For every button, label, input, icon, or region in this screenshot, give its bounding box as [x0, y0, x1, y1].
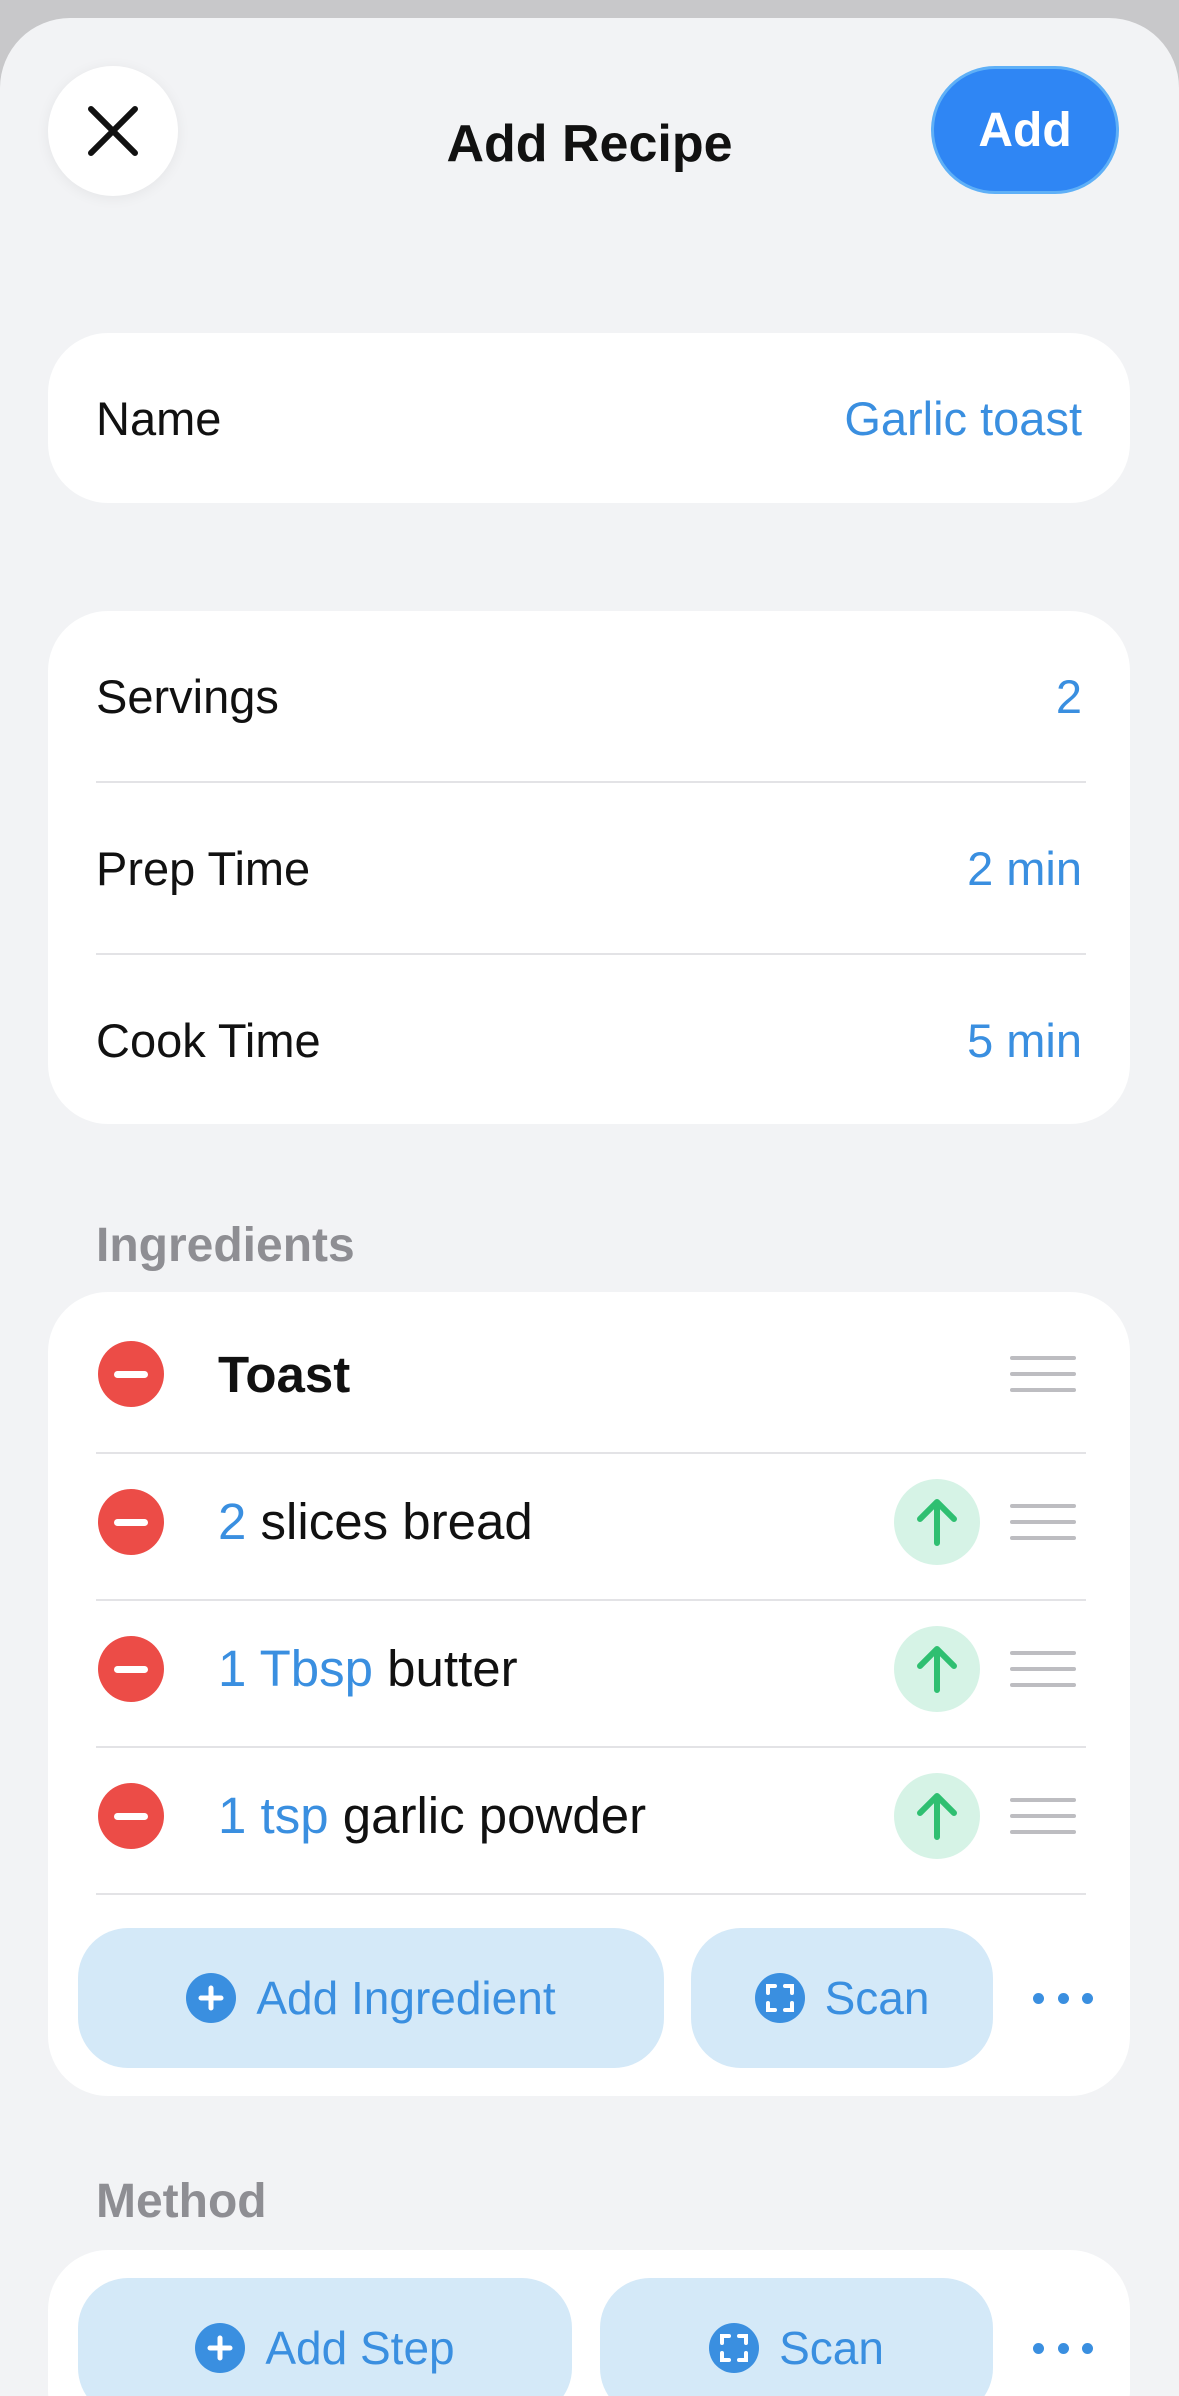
more-options-icon[interactable]: [1033, 2338, 1093, 2358]
arrow-up-icon: [917, 1646, 957, 1693]
ingredient-group-title[interactable]: Toast: [218, 1345, 350, 1404]
delete-ingredient-button[interactable]: [98, 1489, 164, 1555]
divider: [96, 1599, 1086, 1601]
drag-handle-icon[interactable]: [1010, 1798, 1076, 1834]
plus-circle-icon: [186, 1973, 237, 2023]
delete-group-button[interactable]: [98, 1341, 164, 1407]
ingredient-quantity: 1 Tbsp: [218, 1640, 373, 1697]
plus-circle-icon: [195, 2323, 246, 2373]
ingredient-quantity: 1 tsp: [218, 1787, 329, 1844]
divider: [96, 1746, 1086, 1748]
more-options-icon[interactable]: [1033, 1988, 1093, 2008]
move-up-button[interactable]: [894, 1773, 980, 1859]
delete-ingredient-button[interactable]: [98, 1783, 164, 1849]
name-row[interactable]: Name Garlic toast: [96, 333, 1082, 503]
cook-time-row[interactable]: Cook Time 5 min: [96, 955, 1082, 1125]
add-recipe-sheet: Add Recipe Add Name Garlic toast Serving…: [0, 18, 1179, 2396]
name-field[interactable]: Garlic toast: [844, 391, 1082, 446]
ingredient-row[interactable]: 1 Tbsp butter: [218, 1639, 518, 1698]
divider: [96, 1452, 1086, 1454]
arrow-up-icon: [917, 1793, 957, 1840]
ingredients-card: Toast 2 slices bread 1 Tbsp butter 1 tsp…: [48, 1292, 1130, 2096]
details-card: Servings 2 Prep Time 2 min Cook Time 5 m…: [48, 611, 1130, 1124]
scan-ingredients-button[interactable]: Scan: [691, 1928, 993, 2068]
prep-time-label: Prep Time: [96, 841, 311, 895]
divider: [96, 1893, 1086, 1895]
ingredient-quantity: 2: [218, 1493, 247, 1550]
servings-value[interactable]: 2: [1056, 669, 1082, 724]
minus-icon: [114, 1518, 148, 1526]
drag-handle-icon[interactable]: [1010, 1356, 1076, 1392]
scan-icon: [754, 1973, 805, 2023]
servings-row[interactable]: Servings 2: [96, 611, 1082, 781]
prep-time-value[interactable]: 2 min: [967, 841, 1082, 896]
ingredient-name: butter: [387, 1640, 518, 1697]
ingredient-row[interactable]: 1 tsp garlic powder: [218, 1786, 646, 1845]
ingredient-name: slices bread: [260, 1493, 533, 1550]
minus-icon: [114, 1370, 148, 1378]
name-label: Name: [96, 391, 222, 445]
name-card: Name Garlic toast: [48, 333, 1130, 503]
method-card: Add Step Scan: [48, 2250, 1130, 2396]
scan-label: Scan: [824, 1972, 930, 2024]
move-up-button[interactable]: [894, 1626, 980, 1712]
scan-label: Scan: [779, 2322, 884, 2374]
add-step-button[interactable]: Add Step: [78, 2278, 572, 2396]
add-ingredient-label: Add Ingredient: [256, 1972, 556, 2024]
servings-label: Servings: [96, 669, 279, 723]
drag-handle-icon[interactable]: [1010, 1651, 1076, 1687]
method-section-label: Method: [96, 2175, 267, 2228]
scan-icon: [709, 2323, 760, 2373]
ingredient-row[interactable]: 2 slices bread: [218, 1492, 533, 1551]
add-step-label: Add Step: [265, 2322, 455, 2374]
ingredient-name: garlic powder: [342, 1787, 647, 1844]
add-recipe-button[interactable]: Add: [931, 66, 1119, 194]
ingredients-section-label: Ingredients: [96, 1219, 355, 1272]
minus-icon: [114, 1665, 148, 1673]
add-ingredient-button[interactable]: Add Ingredient: [78, 1928, 664, 2068]
scan-method-button[interactable]: Scan: [600, 2278, 993, 2396]
arrow-up-icon: [917, 1499, 957, 1546]
move-up-button[interactable]: [894, 1479, 980, 1565]
cook-time-label: Cook Time: [96, 1013, 321, 1067]
drag-handle-icon[interactable]: [1010, 1504, 1076, 1540]
prep-time-row[interactable]: Prep Time 2 min: [96, 783, 1082, 953]
cook-time-value[interactable]: 5 min: [967, 1013, 1082, 1068]
delete-ingredient-button[interactable]: [98, 1636, 164, 1702]
minus-icon: [114, 1812, 148, 1820]
